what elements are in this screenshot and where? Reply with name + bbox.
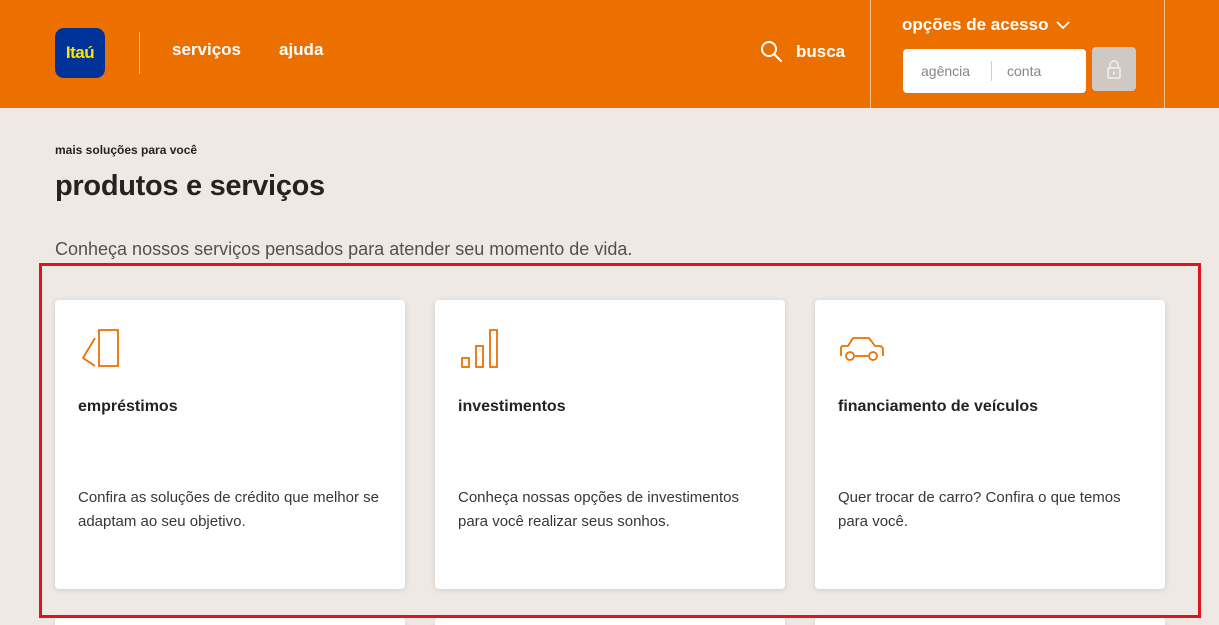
search-icon [761,41,783,63]
card-financiamento-veiculos[interactable]: financiamento de veículos Quer trocar de… [815,300,1165,589]
search-button[interactable]: busca [760,40,845,64]
search-label: busca [796,42,846,61]
section-intro: Conheça nossos serviços pensados para at… [55,239,633,259]
card-title: financiamento de veículos [838,398,1039,415]
card-next-row[interactable] [815,617,1165,625]
investment-bars-icon [461,329,498,368]
card-title: empréstimos [78,398,178,415]
card-investimentos[interactable]: investimentos Conheça nossas opções de i… [435,300,785,589]
login-fields [903,49,1086,93]
login-submit-button[interactable] [1092,47,1136,91]
loan-icon [82,329,119,367]
card-next-row[interactable] [435,617,785,625]
card-description: Conheça nossas opções de investimentos p… [458,489,740,530]
card-next-row[interactable] [55,617,405,625]
access-divider-right [1164,0,1165,108]
access-options-label: opções de acesso [902,15,1049,34]
car-icon [840,337,884,361]
logo-text: Itaú [65,43,95,62]
access-divider-left [870,0,871,108]
itau-logo[interactable]: Itaú [55,28,105,78]
header-divider [139,32,140,74]
nav-ajuda-link[interactable]: ajuda [279,40,323,60]
page-title: produtos e serviços [55,170,325,202]
lock-icon [1107,60,1121,79]
card-title: investimentos [458,398,566,415]
access-options-toggle[interactable]: opções de acesso [902,15,1071,35]
conta-input[interactable] [992,49,1086,93]
chevron-down-icon [1056,21,1071,30]
card-emprestimos[interactable]: empréstimos Confira as soluções de crédi… [55,300,405,589]
top-header: Itaú serviços ajuda busca opções de aces… [0,0,1219,108]
card-description: Confira as soluções de crédito que melho… [78,489,379,530]
card-description: Quer trocar de carro? Confira o que temo… [838,489,1121,530]
nav-servicos-link[interactable]: serviços [172,40,241,60]
agencia-input[interactable] [903,49,991,93]
section-eyebrow: mais soluções para você [55,143,198,157]
